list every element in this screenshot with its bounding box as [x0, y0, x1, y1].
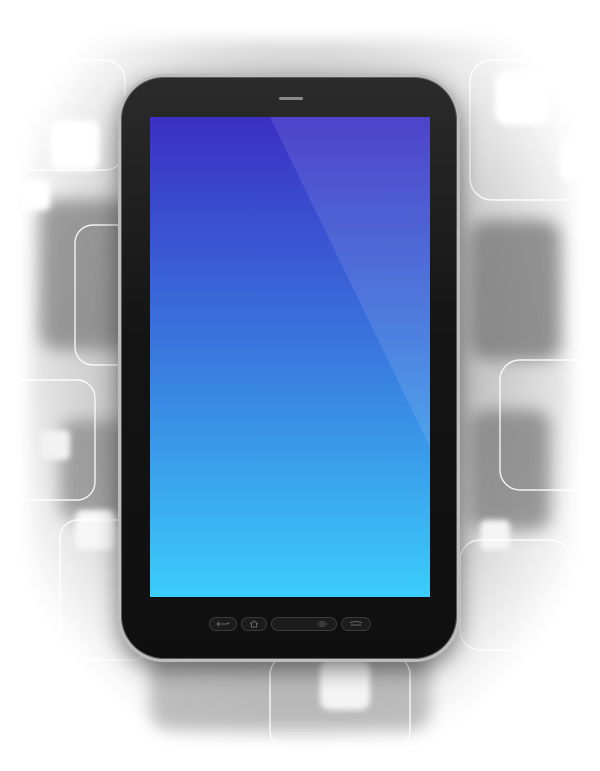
home-key[interactable]: [241, 617, 267, 631]
home-icon: [249, 620, 259, 628]
menu-icon: [317, 621, 327, 627]
search-icon: [349, 621, 363, 626]
screen-glare: [270, 117, 430, 447]
back-key[interactable]: [209, 617, 237, 631]
earpiece-speaker: [279, 97, 303, 100]
search-key[interactable]: [341, 617, 371, 631]
smartphone: [118, 74, 460, 662]
back-icon: [216, 621, 230, 627]
blank-blue-screen: [150, 117, 430, 597]
hardware-keys: [209, 617, 371, 631]
menu-key[interactable]: [271, 617, 337, 631]
